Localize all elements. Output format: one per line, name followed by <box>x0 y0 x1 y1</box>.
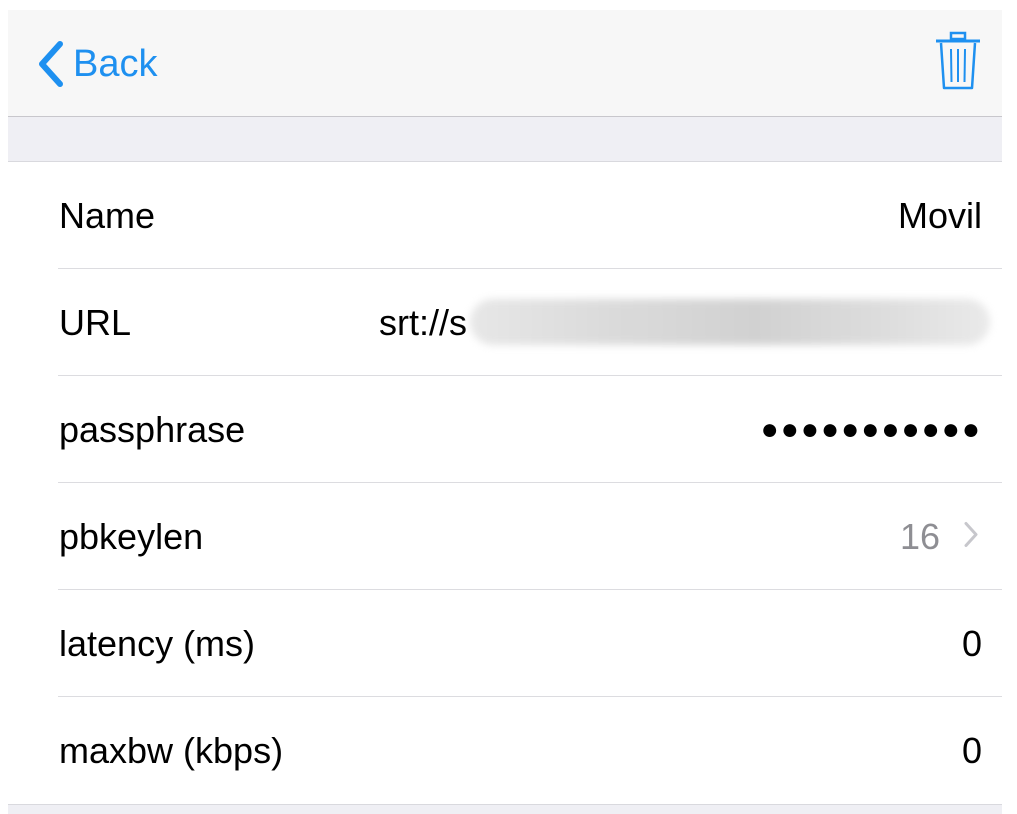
chevron-right-icon <box>964 521 978 552</box>
latency-label: latency (ms) <box>59 622 256 664</box>
latency-row[interactable]: latency (ms) 0 <box>8 590 1002 697</box>
delete-button[interactable] <box>930 30 986 96</box>
section-footer-gap <box>8 804 1002 814</box>
url-value[interactable]: srt://s <box>379 302 467 344</box>
trash-icon <box>934 31 982 96</box>
chevron-left-icon <box>38 41 64 87</box>
navigation-bar: Back <box>8 10 1002 117</box>
settings-screen: Back Name Movil URL srt://s passphrase ●… <box>8 10 1002 814</box>
name-value[interactable]: Movil <box>898 195 982 237</box>
passphrase-label: passphrase <box>59 408 246 450</box>
section-header-gap <box>8 117 1002 162</box>
url-label: URL <box>59 301 132 343</box>
back-button[interactable]: Back <box>38 38 157 90</box>
pbkeylen-label: pbkeylen <box>59 515 204 557</box>
latency-value[interactable]: 0 <box>962 623 982 665</box>
passphrase-value[interactable]: ●●●●●●●●●●● <box>761 413 982 447</box>
back-label: Back <box>73 43 158 85</box>
pbkeylen-value: 16 <box>899 515 940 557</box>
pbkeylen-row[interactable]: pbkeylen 16 <box>8 483 1002 590</box>
passphrase-row[interactable]: passphrase ●●●●●●●●●●● <box>8 376 1002 483</box>
maxbw-value[interactable]: 0 <box>962 730 982 772</box>
maxbw-row[interactable]: maxbw (kbps) 0 <box>8 697 1002 804</box>
name-label: Name <box>59 194 156 236</box>
settings-table: Name Movil URL srt://s passphrase ●●●●●●… <box>8 162 1002 804</box>
name-row[interactable]: Name Movil <box>8 162 1002 269</box>
url-redaction-blur <box>470 299 990 345</box>
maxbw-label: maxbw (kbps) <box>59 729 284 771</box>
url-row[interactable]: URL srt://s <box>8 269 1002 376</box>
